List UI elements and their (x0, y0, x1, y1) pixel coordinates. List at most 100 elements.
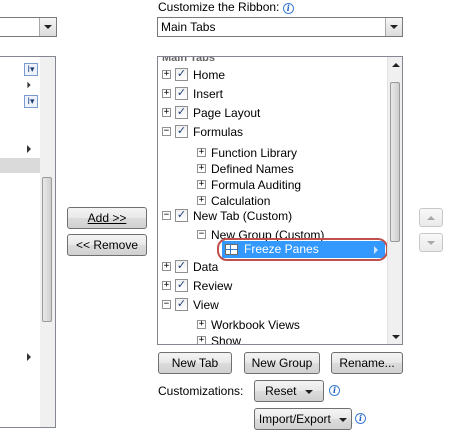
collapse-icon[interactable]: − (197, 230, 206, 239)
scroll-up-button[interactable] (388, 57, 402, 72)
tree-item-workbook-views[interactable]: + Workbook Views (158, 317, 388, 333)
command-list-selected-row[interactable] (0, 158, 41, 173)
tree-scroll-thumb[interactable] (390, 82, 400, 242)
checkbox-new-tab[interactable]: ✓ (175, 209, 188, 222)
checkbox-page-layout[interactable]: ✓ (175, 106, 188, 119)
tree-scrollbar[interactable] (387, 57, 402, 344)
tree-header: Main Tabs (162, 56, 215, 64)
tree-item-label: Data (193, 260, 219, 274)
commands-list[interactable]: I▾ I▾ (0, 56, 56, 428)
tree-item-home[interactable]: + ✓ Home (158, 67, 388, 83)
tree-item-defined-names[interactable]: + Defined Names (158, 161, 388, 177)
new-tab-button[interactable]: New Tab (158, 352, 232, 374)
new-group-button-label: New Group (251, 356, 313, 370)
command-expand-icon[interactable]: I▾ (24, 95, 38, 108)
new-tab-button-label: New Tab (171, 356, 219, 370)
tree-item-review[interactable]: + ✓ Review (158, 278, 388, 294)
tree-item-label: Review (193, 279, 233, 293)
expand-icon[interactable]: + (197, 320, 206, 329)
import-export-button-label: Import/Export (258, 412, 331, 426)
rename-button-label: Rename... (339, 356, 395, 370)
command-expand-icon[interactable]: I▾ (24, 63, 38, 76)
chevron-down-icon (304, 389, 313, 394)
ribbon-tabs-select[interactable]: Main Tabs (157, 17, 403, 37)
customize-ribbon-label: Customize the Ribbon: i (158, 0, 294, 14)
tree-item-label: Formula Auditing (211, 178, 302, 192)
tree-item-label: Show (211, 334, 242, 345)
expand-icon[interactable]: + (162, 89, 171, 98)
tree-item-label: Insert (193, 87, 224, 101)
remove-button[interactable]: << Remove (67, 234, 147, 256)
checkbox-view[interactable]: ✓ (175, 298, 188, 311)
move-down-button[interactable] (419, 233, 443, 252)
chevron-down-icon (390, 25, 398, 29)
info-icon: i (282, 3, 294, 14)
move-up-button[interactable] (419, 208, 443, 227)
tree-item-calculation[interactable]: + Calculation (158, 193, 388, 209)
commands-list-scrollbar[interactable] (40, 57, 55, 427)
arrow-down-icon (391, 334, 400, 339)
arrow-down-icon (427, 240, 435, 245)
checkbox-insert[interactable]: ✓ (175, 87, 188, 100)
tree-item-label: Defined Names (211, 162, 294, 176)
tree-item-label: Workbook Views (211, 318, 300, 332)
checkbox-review[interactable]: ✓ (175, 279, 188, 292)
tree-item-label: Home (193, 68, 226, 82)
customizations-label: Customizations: (158, 384, 244, 398)
tree-item-label: View (193, 298, 219, 312)
import-export-button[interactable]: Import/Export (254, 408, 352, 430)
tree-item-new-tab[interactable]: − ✓ New Tab (Custom) (158, 208, 388, 224)
expand-icon[interactable]: + (162, 108, 171, 117)
ribbon-tabs-dropdown-button[interactable] (385, 18, 402, 36)
expand-icon[interactable]: + (197, 180, 206, 189)
expand-icon[interactable]: + (162, 281, 171, 290)
arrow-up-icon (427, 215, 435, 220)
checkbox-home[interactable]: ✓ (175, 68, 188, 81)
expand-icon[interactable]: + (197, 196, 206, 205)
remove-button-label: << Remove (75, 238, 139, 252)
arrow-up-icon (391, 62, 400, 67)
add-button[interactable]: Add >> (67, 207, 147, 229)
reset-button[interactable]: Reset (254, 380, 324, 402)
tree-item-insert[interactable]: + ✓ Insert (158, 86, 388, 102)
commands-from-dropdown-button[interactable] (39, 18, 56, 36)
new-group-button[interactable]: New Group (244, 352, 320, 374)
tree-item-data[interactable]: + ✓ Data (158, 259, 388, 275)
annotation-ring (217, 238, 388, 261)
tree-item-label: Formulas (193, 125, 244, 139)
info-icon: i (355, 413, 366, 424)
checkbox-formulas[interactable]: ✓ (175, 125, 188, 138)
expand-icon[interactable]: + (162, 262, 171, 271)
collapse-icon[interactable]: − (162, 300, 171, 309)
reset-button-label: Reset (265, 384, 297, 398)
collapse-icon[interactable]: − (162, 127, 171, 136)
chevron-right-icon (27, 81, 31, 89)
ribbon-tree[interactable]: Main Tabs + ✓ Home + ✓ Insert + ✓ Page L… (157, 56, 403, 345)
tree-item-formula-auditing[interactable]: + Formula Auditing (158, 177, 388, 193)
tree-item-show[interactable]: + Show (158, 333, 388, 345)
tree-item-function-library[interactable]: + Function Library (158, 145, 388, 161)
chevron-right-icon (27, 145, 31, 153)
expand-icon[interactable]: + (197, 148, 206, 157)
chevron-down-icon (44, 25, 52, 29)
tree-item-label: New Tab (Custom) (193, 209, 293, 223)
commands-from-select[interactable] (0, 17, 57, 37)
rename-button[interactable]: Rename... (331, 352, 403, 374)
collapse-icon[interactable]: − (162, 211, 171, 220)
chevron-down-icon (339, 417, 348, 422)
tree-item-view[interactable]: − ✓ View (158, 297, 388, 313)
tree-item-label: Function Library (211, 146, 298, 160)
checkbox-data[interactable]: ✓ (175, 260, 188, 273)
expand-icon[interactable]: + (197, 336, 206, 344)
expand-icon[interactable]: + (162, 70, 171, 79)
scroll-down-button[interactable] (388, 329, 402, 344)
ribbon-tabs-select-value: Main Tabs (161, 20, 216, 34)
commands-list-scroll-thumb[interactable] (42, 177, 52, 322)
tree-item-formulas[interactable]: − ✓ Formulas (158, 124, 388, 140)
info-icon: i (329, 385, 340, 396)
add-button-label: Add >> (87, 211, 127, 225)
tree-item-label: Calculation (211, 194, 271, 208)
tree-item-page-layout[interactable]: + ✓ Page Layout (158, 105, 388, 121)
chevron-right-icon (27, 353, 31, 361)
expand-icon[interactable]: + (197, 164, 206, 173)
